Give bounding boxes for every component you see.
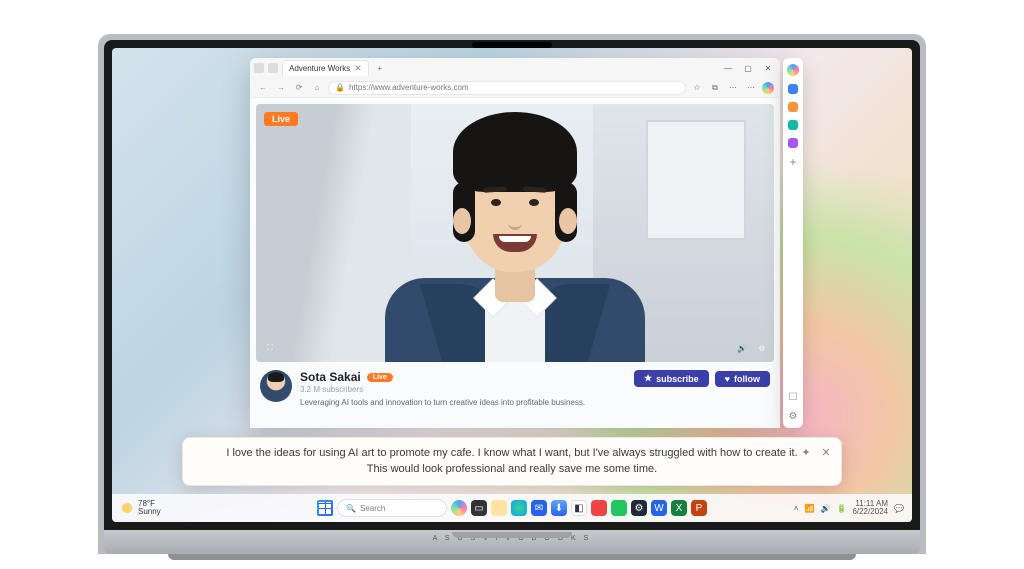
video-bg-window bbox=[646, 120, 746, 240]
edge-sidebar: + ☐ ⚙ bbox=[783, 58, 803, 428]
fullscreen-icon[interactable]: ⛶ bbox=[262, 340, 278, 356]
action-buttons: ★ subscribe ♥ follow bbox=[634, 370, 770, 387]
battery-icon[interactable]: 🔋 bbox=[836, 504, 846, 513]
lock-icon: 🔒 bbox=[335, 83, 345, 92]
settings-icon[interactable]: ⚙ bbox=[631, 500, 647, 516]
outlook-icon[interactable]: ✉ bbox=[531, 500, 547, 516]
weather-widget[interactable]: 78°F Sunny bbox=[120, 500, 161, 516]
sidebar-settings-icon[interactable]: ⚙ bbox=[789, 411, 798, 422]
tab-close-icon[interactable]: ✕ bbox=[354, 63, 362, 74]
creator-avatar[interactable] bbox=[260, 370, 292, 402]
tab-title: Adventure Works bbox=[289, 64, 350, 73]
wifi-icon[interactable]: 📶 bbox=[805, 504, 815, 513]
laptop-brand: A S U S V I V O B O O K S bbox=[433, 535, 592, 542]
subscribe-label: subscribe bbox=[656, 374, 699, 384]
workspace-icon[interactable] bbox=[268, 63, 278, 73]
task-view-icon[interactable]: ▭ bbox=[471, 500, 487, 516]
video-player[interactable]: Live ⛶ 🔊 ⚙ bbox=[256, 104, 774, 362]
weather-condition: Sunny bbox=[138, 508, 161, 516]
caption-text: I love the ideas for using AI art to pro… bbox=[226, 447, 797, 474]
word-icon[interactable]: W bbox=[651, 500, 667, 516]
sidebar-app-4[interactable] bbox=[788, 138, 798, 148]
refresh-button[interactable]: ⟳ bbox=[292, 81, 306, 95]
live-badge: Live bbox=[264, 112, 298, 126]
laptop-foot bbox=[168, 554, 856, 560]
extensions-button[interactable]: ⋯ bbox=[726, 81, 740, 95]
screen-bezel: Adventure Works ✕ + — ▢ ✕ ← → ⟳ ⌂ 🔒 bbox=[104, 40, 920, 530]
favorite-button[interactable]: ☆ bbox=[690, 81, 704, 95]
subscribe-button[interactable]: ★ subscribe bbox=[634, 370, 709, 387]
profile-icon[interactable] bbox=[254, 63, 264, 73]
start-button[interactable] bbox=[317, 500, 333, 516]
new-tab-button[interactable]: + bbox=[373, 61, 387, 75]
laptop-base: A S U S V I V O B O O K S bbox=[104, 530, 920, 554]
powerpoint-icon[interactable]: P bbox=[691, 500, 707, 516]
browser-titlebar: Adventure Works ✕ + — ▢ ✕ bbox=[250, 58, 780, 78]
desktop-screen: Adventure Works ✕ + — ▢ ✕ ← → ⟳ ⌂ 🔒 bbox=[112, 48, 912, 522]
laptop-frame: Adventure Works ✕ + — ▢ ✕ ← → ⟳ ⌂ 🔒 bbox=[98, 34, 926, 554]
sun-icon bbox=[120, 501, 134, 515]
sidebar-app-1[interactable] bbox=[788, 84, 798, 94]
minimize-button[interactable]: — bbox=[720, 61, 736, 75]
sound-tray-icon[interactable]: 🔊 bbox=[821, 504, 831, 513]
creator-live-pill: Live bbox=[367, 373, 393, 382]
follow-button[interactable]: ♥ follow bbox=[715, 371, 770, 387]
video-description: Leveraging AI tools and innovation to tu… bbox=[300, 398, 626, 407]
sidebar-copilot-icon[interactable] bbox=[787, 64, 799, 76]
clock[interactable]: 11:11 AM 6/22/2024 bbox=[852, 500, 888, 516]
sidebar-app-3[interactable] bbox=[788, 120, 798, 130]
forward-button[interactable]: → bbox=[274, 81, 288, 95]
browser-toolbar: ← → ⟳ ⌂ 🔒 https://www.adventure-works.co… bbox=[250, 78, 780, 98]
creator-name: Sota Sakai bbox=[300, 370, 361, 384]
taskbar-center: 🔍 Search ▭ ✉ ⬇ ◧ ⚙ W X P bbox=[317, 499, 707, 517]
notification-icon[interactable]: 💬 bbox=[894, 504, 904, 513]
taskbar-search[interactable]: 🔍 Search bbox=[337, 499, 447, 517]
edge-icon[interactable] bbox=[511, 500, 527, 516]
collections-button[interactable]: ⧉ bbox=[708, 81, 722, 95]
close-window-button[interactable]: ✕ bbox=[760, 61, 776, 75]
home-button[interactable]: ⌂ bbox=[310, 81, 324, 95]
store-icon[interactable]: ⬇ bbox=[551, 500, 567, 516]
sidebar-app-2[interactable] bbox=[788, 102, 798, 112]
url-text: https://www.adventure-works.com bbox=[349, 83, 469, 92]
subscriber-count: 3.2 M subscribers bbox=[300, 385, 626, 394]
presenter-illustration bbox=[375, 122, 655, 362]
page-content: Live ⛶ 🔊 ⚙ bbox=[250, 98, 780, 428]
caption-close-icon[interactable]: ✕ bbox=[819, 446, 833, 460]
app-red-icon[interactable] bbox=[591, 500, 607, 516]
xbox-icon[interactable] bbox=[611, 500, 627, 516]
taskbar: 78°F Sunny 🔍 Search ▭ ✉ ⬇ ◧ bbox=[112, 494, 912, 522]
follow-label: follow bbox=[734, 374, 760, 384]
tray-chevron-icon[interactable]: ˄ bbox=[794, 504, 799, 513]
volume-icon[interactable]: 🔊 bbox=[734, 340, 750, 356]
caption-sparkle-icon[interactable]: ✦ bbox=[799, 446, 813, 460]
sidebar-add-button[interactable]: + bbox=[789, 156, 796, 168]
back-button[interactable]: ← bbox=[256, 81, 270, 95]
copilot-icon[interactable] bbox=[762, 82, 774, 94]
file-explorer-icon[interactable] bbox=[491, 500, 507, 516]
maximize-button[interactable]: ▢ bbox=[740, 61, 756, 75]
video-meta: Sota Sakai Live 3.2 M subscribers Levera… bbox=[256, 362, 774, 409]
sidebar-inbox-icon[interactable]: ☐ bbox=[789, 392, 798, 403]
address-bar[interactable]: 🔒 https://www.adventure-works.com bbox=[328, 81, 686, 95]
photos-icon[interactable]: ◧ bbox=[571, 500, 587, 516]
heart-icon: ♥ bbox=[725, 374, 730, 384]
search-icon: 🔍 bbox=[346, 504, 356, 513]
browser-window: Adventure Works ✕ + — ▢ ✕ ← → ⟳ ⌂ 🔒 bbox=[250, 58, 780, 428]
live-caption-bar: I love the ideas for using AI art to pro… bbox=[182, 437, 842, 486]
system-tray: ˄ 📶 🔊 🔋 11:11 AM 6/22/2024 💬 bbox=[794, 500, 904, 516]
menu-button[interactable]: ⋯ bbox=[744, 81, 758, 95]
excel-icon[interactable]: X bbox=[671, 500, 687, 516]
browser-tab[interactable]: Adventure Works ✕ bbox=[282, 60, 369, 76]
video-settings-icon[interactable]: ⚙ bbox=[754, 340, 770, 356]
taskbar-copilot-icon[interactable] bbox=[451, 500, 467, 516]
search-placeholder: Search bbox=[360, 504, 385, 513]
clock-date: 6/22/2024 bbox=[852, 508, 888, 516]
star-icon: ★ bbox=[644, 373, 652, 384]
